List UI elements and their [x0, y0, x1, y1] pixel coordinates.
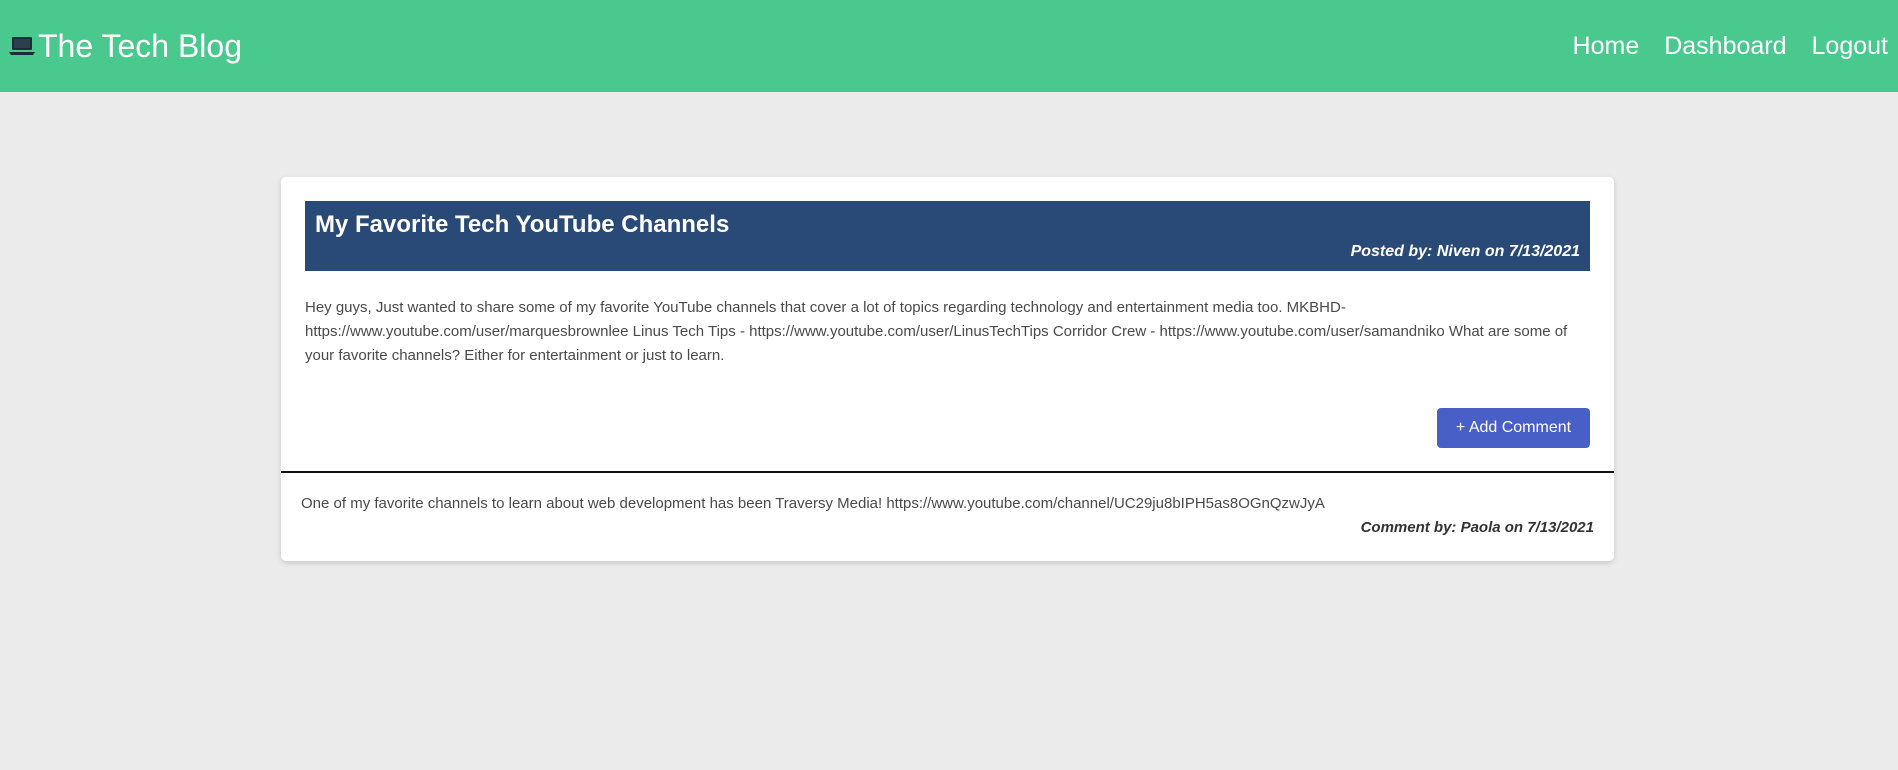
brand-title: The Tech Blog: [38, 27, 242, 64]
post-title: My Favorite Tech YouTube Channels: [315, 211, 730, 238]
nav-link-home[interactable]: Home: [1573, 32, 1640, 61]
nav-link-logout[interactable]: Logout: [1812, 32, 1888, 61]
post-body: Hey guys, Just wanted to share some of m…: [305, 299, 1568, 364]
nav-links: Home Dashboard Logout: [1573, 32, 1888, 61]
comments-divider: [281, 471, 1614, 473]
comment-meta: Comment by: Paola on 7/13/2021: [1360, 519, 1594, 536]
nav-link-dashboard[interactable]: Dashboard: [1664, 32, 1786, 61]
post-meta: Posted by: Niven on 7/13/2021: [1350, 243, 1580, 260]
post-header: My Favorite Tech YouTube Channels Posted…: [305, 201, 1590, 271]
add-comment-button[interactable]: + Add Comment: [1437, 408, 1590, 448]
comment-text: One of my favorite channels to learn abo…: [301, 495, 1325, 512]
top-navbar: The Tech Blog Home Dashboard Logout: [0, 0, 1898, 92]
laptop-icon: [8, 32, 36, 60]
post-card: My Favorite Tech YouTube Channels Posted…: [281, 177, 1614, 561]
brand-link[interactable]: The Tech Blog: [8, 28, 242, 65]
